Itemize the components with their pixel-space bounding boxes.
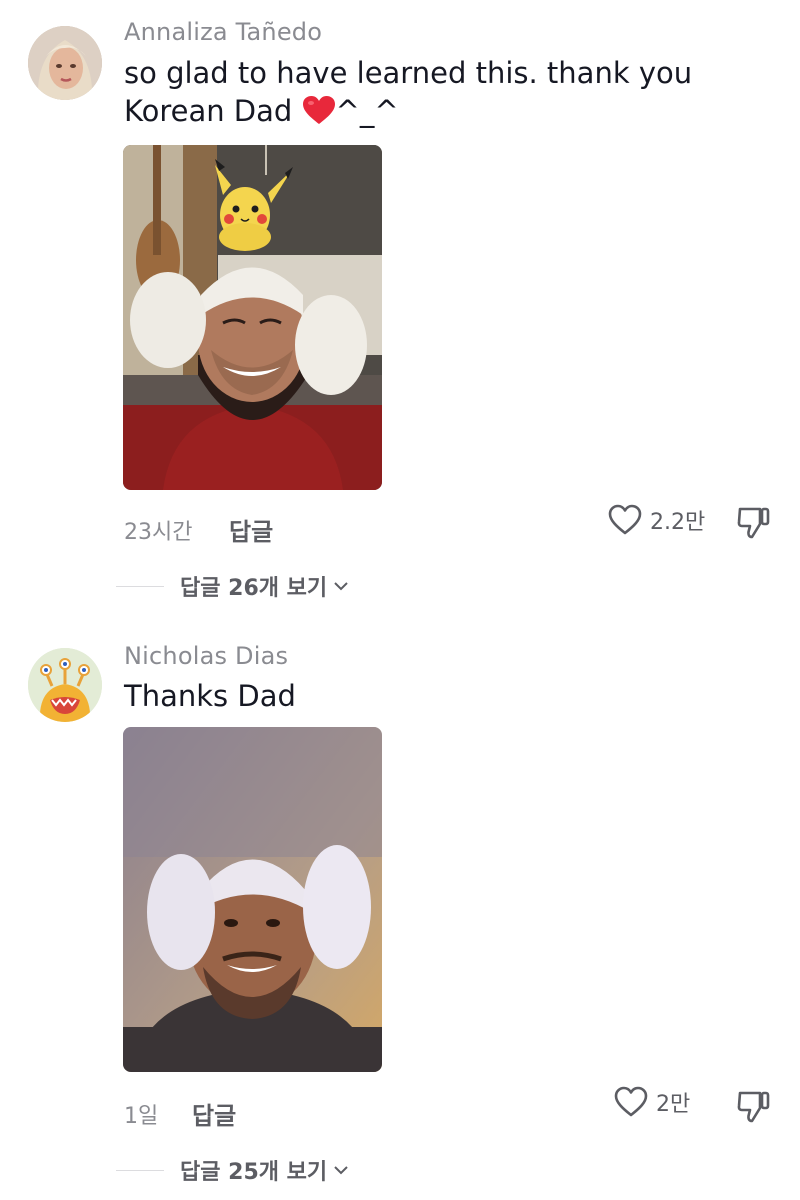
heart-outline-icon xyxy=(608,504,642,535)
view-replies-label: 답글 25개 보기 xyxy=(180,1160,328,1185)
comment-photo[interactable] xyxy=(123,727,382,1072)
view-replies-button[interactable]: 답글 25개 보기 xyxy=(116,1154,349,1186)
comment-text: Thanks Dad xyxy=(124,679,296,713)
comment-photo[interactable] xyxy=(123,145,382,490)
like-button[interactable]: 2만 xyxy=(614,1086,690,1118)
comment-text-line2: Korean Dad xyxy=(124,94,302,128)
comment-text-emoticon: ^_^ xyxy=(335,94,399,128)
comment-text: so glad to have learned this. thank you … xyxy=(124,54,744,134)
dislike-button[interactable] xyxy=(736,504,772,544)
view-replies-button[interactable]: 답글 26개 보기 xyxy=(116,570,349,602)
heart-outline-icon xyxy=(614,1086,648,1117)
divider-line xyxy=(116,585,164,587)
avatar[interactable] xyxy=(28,26,102,100)
avatar-monster xyxy=(28,648,102,722)
comment-text-line1: so glad to have learned this. thank you xyxy=(124,56,693,90)
like-count: 2.2만 xyxy=(650,510,706,535)
thumbs-down-icon xyxy=(737,507,770,539)
like-count: 2만 xyxy=(656,1092,691,1117)
comment-username[interactable]: Annaliza Tañedo xyxy=(124,18,322,46)
dislike-button[interactable] xyxy=(736,1088,772,1128)
view-replies-label: 답글 26개 보기 xyxy=(180,576,328,601)
divider-line xyxy=(116,1169,164,1171)
photo-girl-pikachu-towel xyxy=(123,145,382,490)
thumbs-down-icon xyxy=(737,1091,770,1123)
like-button[interactable]: 2.2만 xyxy=(608,504,705,536)
avatar[interactable] xyxy=(28,648,102,722)
photo-man-towel xyxy=(123,727,382,1072)
chevron-down-icon xyxy=(334,1166,348,1175)
comment-timestamp: 23시간 xyxy=(124,520,193,545)
reply-button[interactable]: 답글 xyxy=(229,512,273,547)
reply-button[interactable]: 답글 xyxy=(192,1096,236,1131)
comment-username[interactable]: Nicholas Dias xyxy=(124,642,288,670)
chevron-down-icon xyxy=(334,582,348,591)
comment-timestamp: 1일 xyxy=(124,1104,159,1129)
red-heart-emoji-icon xyxy=(302,95,336,134)
avatar-photo xyxy=(28,26,102,100)
